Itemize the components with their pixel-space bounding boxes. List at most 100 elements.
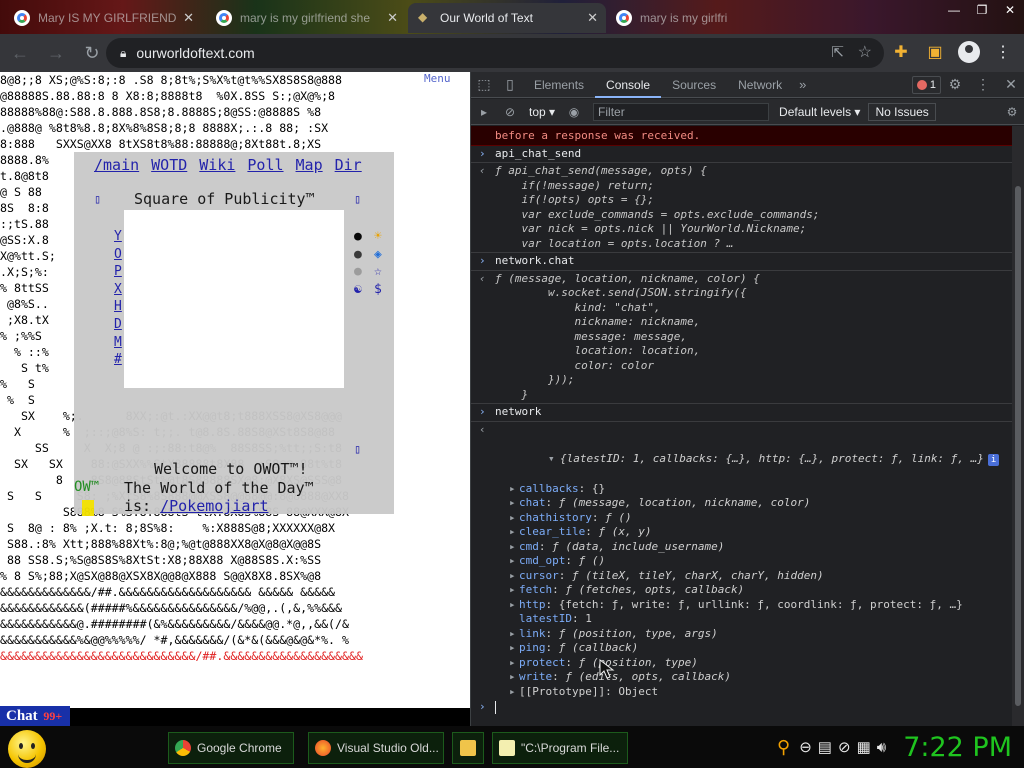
dollar-icon[interactable]: $	[374, 281, 382, 299]
context-selector[interactable]: top ▾	[523, 105, 561, 119]
log-levels-dropdown[interactable]: Default levels ▾	[779, 105, 860, 119]
sidepanel-icon[interactable]: ▣	[920, 37, 950, 67]
console-output[interactable]: before a response was received. › api_cha…	[471, 126, 1013, 726]
expand-triangle-icon[interactable]: ▸	[509, 554, 519, 569]
star-icon[interactable]: ☆	[374, 263, 382, 281]
diamond-icon[interactable]: ◈	[374, 246, 382, 264]
expand-triangle-icon[interactable]: ▸	[509, 641, 519, 656]
nav-dir-link[interactable]: Dir	[335, 156, 362, 174]
taskbar-item-firefox[interactable]: Visual Studio Old...	[308, 732, 444, 764]
tab-elements[interactable]: Elements	[523, 72, 595, 98]
nav-map-link[interactable]: Map	[296, 156, 323, 174]
close-icon[interactable]: ✕	[387, 10, 398, 26]
object-property-row[interactable]: ▸ http: {fetch: ƒ, write: ƒ, urllink: ƒ, …	[471, 598, 1013, 613]
browser-tab-1[interactable]: Mary IS MY GIRLFRIEND ✕	[6, 3, 202, 33]
nav-poll-link[interactable]: Poll	[247, 156, 283, 174]
volume-icon[interactable]: 🔊︎	[877, 739, 886, 756]
issues-button[interactable]: No Issues	[868, 102, 936, 121]
expand-triangle-icon[interactable]: ▸	[509, 685, 519, 700]
object-property-row[interactable]: ▸ callbacks: {}	[471, 482, 1013, 497]
object-result[interactable]: ‹ ▾ {latestID: 1, callbacks: {…}, http: {…	[471, 422, 1013, 482]
sidebar-toggle-icon[interactable]: ▸	[471, 105, 497, 119]
search-icon[interactable]: ⚲	[777, 737, 790, 758]
forward-icon[interactable]: →	[40, 37, 72, 69]
tab-network[interactable]: Network	[727, 72, 793, 98]
sun-icon[interactable]: ☀	[374, 228, 382, 246]
console-result[interactable]: ‹ ƒ (message, location, nickname, color) …	[471, 271, 1013, 404]
object-property-row[interactable]: ▸ ping: ƒ (callback)	[471, 641, 1013, 656]
object-property-row[interactable]: ▸ chat: ƒ (message, location, nickname, c…	[471, 496, 1013, 511]
expand-triangle-icon[interactable]: ▸	[509, 482, 519, 497]
wotd-link[interactable]: /Pokemojiart	[160, 497, 268, 515]
expand-triangle-icon[interactable]: ▸	[509, 598, 519, 613]
expand-triangle-icon[interactable]: ▸	[509, 569, 519, 584]
chat-button[interactable]: Chat 99+	[0, 706, 70, 726]
console-result[interactable]: ‹ ƒ api_chat_send(message, opts) { if(!me…	[471, 163, 1013, 253]
object-property-row[interactable]: ▸ cmd: ƒ (data, include_username)	[471, 540, 1013, 555]
letter-link[interactable]: D	[114, 316, 122, 334]
object-property-row[interactable]: ▸ protect: ƒ (position, type)	[471, 656, 1013, 671]
device-toolbar-icon[interactable]: ▯	[497, 76, 523, 93]
object-property-row[interactable]: ▸ chathistory: ƒ ()	[471, 511, 1013, 526]
expand-triangle-icon[interactable]: ▸	[509, 583, 519, 598]
error-count-badge[interactable]: 1	[911, 75, 941, 94]
kebab-menu-icon[interactable]: ⋮	[969, 76, 997, 93]
nav-wotd-link[interactable]: WOTD	[151, 156, 187, 174]
object-property-row[interactable]: ▸ write: ƒ (edits, opts, callback)	[471, 670, 1013, 685]
letter-link[interactable]: Y	[114, 228, 122, 246]
inspect-element-icon[interactable]: ⬚	[471, 76, 497, 93]
taskbar-item-explorer[interactable]	[452, 732, 484, 764]
object-property-row[interactable]: ▸ [[Prototype]]: Object	[471, 685, 1013, 700]
object-property-row[interactable]: ▸ cmd_opt: ƒ ()	[471, 554, 1013, 569]
close-icon[interactable]: ✕	[183, 10, 194, 26]
settings-gear-icon[interactable]: ⚙	[941, 76, 969, 93]
no-network-icon[interactable]: ⊘	[838, 738, 851, 756]
close-icon[interactable]: ✕	[587, 10, 598, 26]
letter-link[interactable]: O	[114, 246, 122, 264]
expand-triangle-icon[interactable]: ▾	[548, 452, 560, 467]
url-text[interactable]: ourworldoftext.com	[136, 45, 254, 61]
action-center-icon[interactable]: ▦	[857, 738, 871, 756]
screen-icon[interactable]: ▤	[818, 738, 832, 756]
taskbar-item-chrome[interactable]: Google Chrome	[168, 732, 294, 764]
console-scrollbar[interactable]	[1012, 126, 1024, 726]
taskbar-clock[interactable]: 7:22 PM	[903, 732, 1012, 763]
object-property-row[interactable]: ▸ clear_tile: ƒ (x, y)	[471, 525, 1013, 540]
tab-console[interactable]: Console	[595, 72, 662, 98]
close-icon[interactable]: ✕	[997, 76, 1024, 93]
expand-triangle-icon[interactable]: ▸	[509, 670, 519, 685]
object-property-row[interactable]: ▸ cursor: ƒ (tileX, tileY, charX, charY, …	[471, 569, 1013, 584]
object-property-row[interactable]: latestID: 1	[471, 612, 1013, 627]
maximize-icon[interactable]: ❐	[968, 0, 996, 22]
extensions-puzzle-icon[interactable]: ✚	[886, 37, 916, 67]
expand-triangle-icon[interactable]: ▸	[509, 511, 519, 526]
eye-icon[interactable]: ◉	[561, 105, 587, 119]
expand-triangle-icon[interactable]: ▸	[509, 540, 519, 555]
expand-triangle-icon[interactable]: ▸	[509, 656, 519, 671]
bookmark-star-icon[interactable]: ☆	[858, 42, 872, 62]
menu-link[interactable]: Menu	[424, 72, 451, 85]
address-bar[interactable]: 🔒︎ ourworldoftext.com ⇱ ☆	[106, 38, 884, 68]
browser-tab-3[interactable]: Our World of Text ✕	[408, 3, 606, 33]
taskbar-item-notepad[interactable]: "C:\Program File...	[492, 732, 628, 764]
nav-main-link[interactable]: /main	[94, 156, 139, 174]
expand-triangle-icon[interactable]: ▸	[509, 525, 519, 540]
profile-avatar[interactable]	[954, 37, 984, 67]
console-settings-gear-icon[interactable]: ⚙	[999, 105, 1024, 119]
nav-wiki-link[interactable]: Wiki	[199, 156, 235, 174]
browser-tab-4[interactable]: mary is my girlfri	[608, 3, 788, 33]
letter-link[interactable]: H	[114, 298, 122, 316]
expand-triangle-icon[interactable]: ▸	[509, 496, 519, 511]
tab-sources[interactable]: Sources	[661, 72, 727, 98]
letter-link[interactable]: #	[114, 351, 122, 369]
letter-link[interactable]: P	[114, 263, 122, 281]
scroll-thumb[interactable]	[1015, 186, 1021, 706]
kebab-menu-icon[interactable]: ⋮	[988, 37, 1018, 67]
more-tabs-icon[interactable]: »	[793, 77, 812, 92]
minimize-icon[interactable]: —	[940, 0, 968, 22]
start-smiley-icon[interactable]	[8, 730, 46, 768]
console-prompt[interactable]: ›	[471, 699, 1013, 717]
letter-link[interactable]: M	[114, 334, 122, 352]
object-property-row[interactable]: ▸ fetch: ƒ (fetches, opts, callback)	[471, 583, 1013, 598]
close-window-icon[interactable]: ✕	[996, 0, 1024, 22]
